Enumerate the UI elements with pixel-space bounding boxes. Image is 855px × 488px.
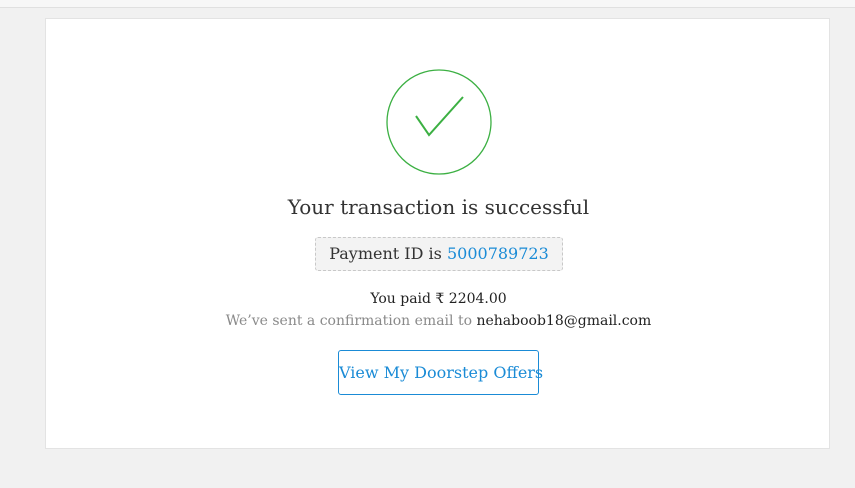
- payment-id-box: Payment ID is 5000789723: [315, 237, 563, 271]
- view-doorstep-offers-button[interactable]: View My Doorstep Offers: [338, 350, 543, 395]
- check-circle-icon: [386, 69, 492, 175]
- amount-paid-text: You paid ₹ 2204.00: [370, 291, 507, 307]
- confirmation-email-text: We’ve sent a confirmation email to nehab…: [46, 313, 831, 329]
- payment-id-value: 5000789723: [446, 244, 549, 263]
- success-title: Your transaction is successful: [287, 195, 590, 219]
- email-address: nehaboob18@gmail.com: [476, 313, 652, 329]
- payment-id-label: Payment ID is: [329, 244, 442, 263]
- confirmation-card: Your transaction is successful Payment I…: [45, 18, 830, 449]
- top-bar: [0, 0, 855, 8]
- email-prefix-text: We’ve sent a confirmation email to: [225, 313, 473, 329]
